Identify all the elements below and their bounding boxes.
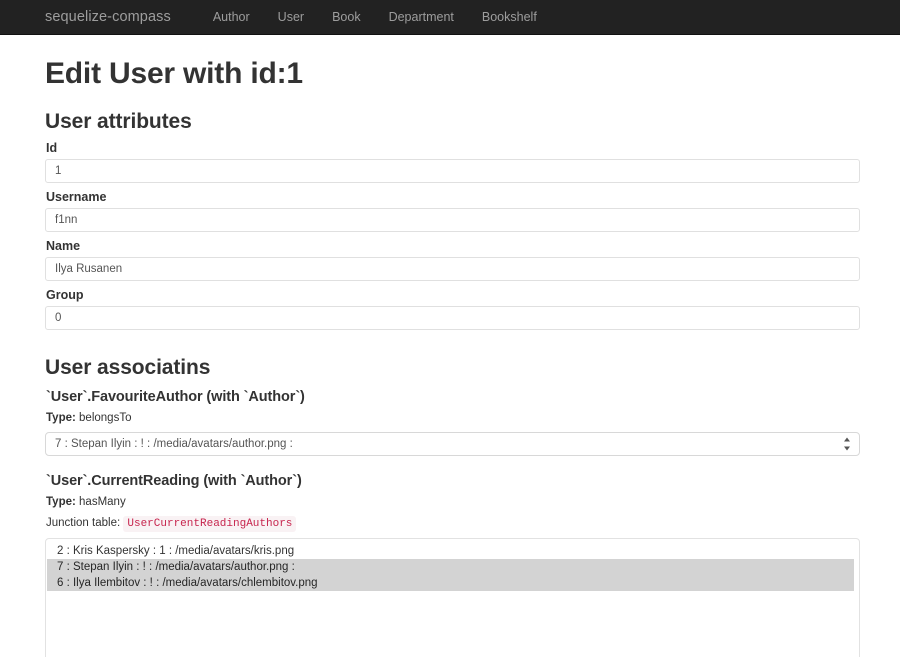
navbar-links: Author User Book Department Bookshelf bbox=[199, 10, 551, 24]
association-type-current-reading: Type: hasMany bbox=[46, 496, 855, 508]
nav-link-department[interactable]: Department bbox=[375, 10, 468, 24]
type-label: Type: bbox=[46, 496, 76, 508]
association-current-reading: `User`.CurrentReading (with `Author`) Ty… bbox=[45, 473, 860, 657]
label-id: Id bbox=[46, 141, 58, 155]
association-favourite-author: `User`.FavouriteAuthor (with `Author`) T… bbox=[45, 389, 860, 456]
current-reading-listbox[interactable]: 2 : Kris Kaspersky : 1 : /media/avatars/… bbox=[45, 538, 860, 657]
junction-table-row: Junction table: UserCurrentReadingAuthor… bbox=[46, 516, 855, 532]
label-name: Name bbox=[46, 239, 81, 253]
label-username: Username bbox=[46, 190, 107, 204]
type-value: hasMany bbox=[79, 496, 126, 508]
form-group-username: Username bbox=[45, 190, 860, 232]
type-value: belongsTo bbox=[79, 412, 132, 424]
nav-link-bookshelf[interactable]: Bookshelf bbox=[468, 10, 551, 24]
junction-table-label: Junction table: bbox=[46, 517, 121, 529]
page-container: Edit User with id:1 User attributes Id U… bbox=[0, 57, 900, 657]
nav-link-author[interactable]: Author bbox=[199, 10, 264, 24]
user-associations-heading: User associatins bbox=[45, 356, 211, 379]
association-heading-current-reading: `User`.CurrentReading (with `Author`) bbox=[46, 473, 302, 489]
user-attributes-heading: User attributes bbox=[45, 110, 192, 133]
type-label: Type: bbox=[46, 412, 76, 424]
group-field[interactable] bbox=[45, 306, 860, 330]
form-group-id: Id bbox=[45, 141, 860, 183]
name-field[interactable] bbox=[45, 257, 860, 281]
favourite-author-select-wrapper: 7 : Stepan Ilyin : ! : /media/avatars/au… bbox=[45, 432, 860, 456]
id-field[interactable] bbox=[45, 159, 860, 183]
form-group-group: Group bbox=[45, 288, 860, 330]
junction-table-value: UserCurrentReadingAuthors bbox=[123, 516, 297, 532]
list-item[interactable]: 6 : Ilya Ilembitov : ! : /media/avatars/… bbox=[47, 575, 854, 591]
association-heading-favourite-author: `User`.FavouriteAuthor (with `Author`) bbox=[46, 389, 305, 405]
form-group-name: Name bbox=[45, 239, 860, 281]
list-item[interactable]: 7 : Stepan Ilyin : ! : /media/avatars/au… bbox=[47, 559, 854, 575]
nav-link-user[interactable]: User bbox=[264, 10, 318, 24]
association-type-favourite-author: Type: belongsTo bbox=[46, 412, 855, 424]
favourite-author-select[interactable]: 7 : Stepan Ilyin : ! : /media/avatars/au… bbox=[45, 432, 860, 456]
username-field[interactable] bbox=[45, 208, 860, 232]
list-item[interactable]: 2 : Kris Kaspersky : 1 : /media/avatars/… bbox=[47, 543, 854, 559]
top-navbar: sequelize-compass Author User Book Depar… bbox=[0, 0, 900, 35]
label-group: Group bbox=[46, 288, 84, 302]
navbar-brand[interactable]: sequelize-compass bbox=[45, 9, 171, 25]
page-title: Edit User with id:1 bbox=[45, 57, 303, 90]
nav-link-book[interactable]: Book bbox=[318, 10, 375, 24]
